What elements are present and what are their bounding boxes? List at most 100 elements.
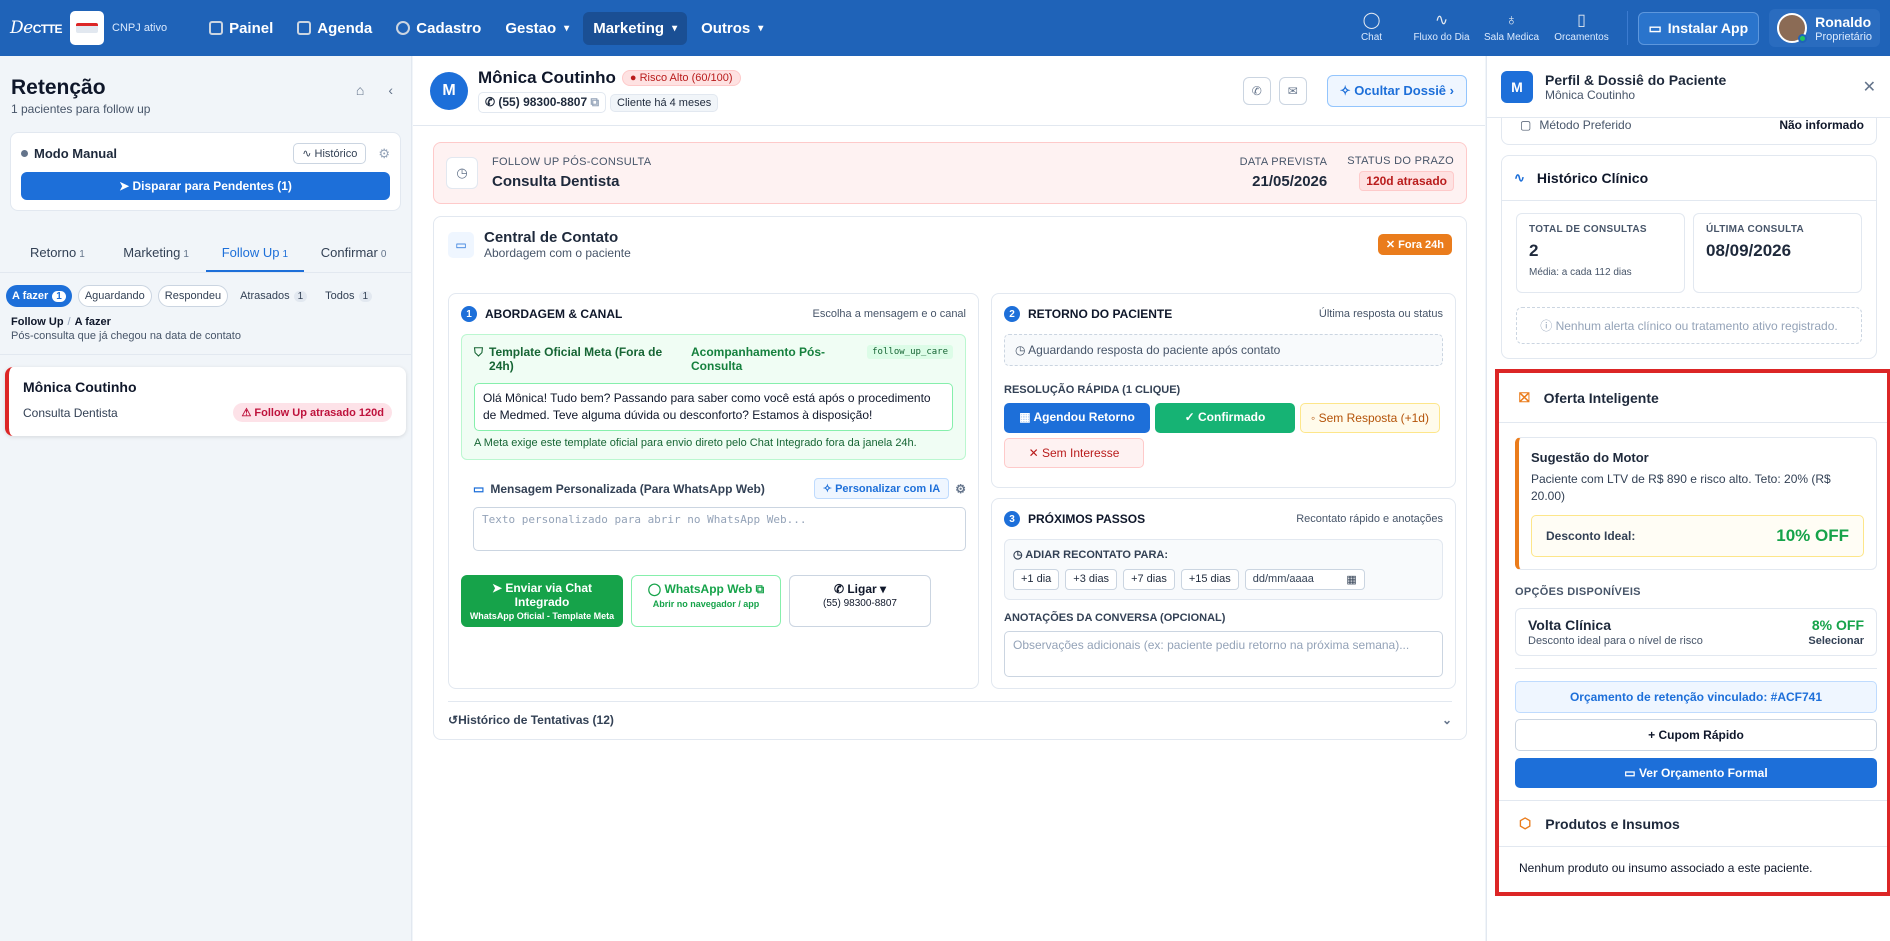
activity-icon: ∿ xyxy=(1514,170,1525,185)
nav-marketing[interactable]: Marketing ▾ xyxy=(583,11,688,45)
mail-icon[interactable]: ✉ xyxy=(1278,76,1307,105)
date-picker-input[interactable]: dd/mm/aaaa ▦ xyxy=(1244,569,1365,590)
preferred-method-row: ▢ Método Preferido Não informado xyxy=(1501,118,1877,145)
close-icon[interactable]: ✕ xyxy=(1863,77,1876,97)
postpone-3-days[interactable]: +3 dias xyxy=(1065,569,1118,590)
phone-badge[interactable]: ✆ (55) 98300-8807 ⧉ xyxy=(478,92,607,113)
tab-confirmar[interactable]: Confirmar 0 xyxy=(304,237,403,272)
robot-icon[interactable]: ⌂ xyxy=(356,82,364,98)
chat-icon: ▭ xyxy=(448,231,474,258)
patient-header: M Mônica Coutinho ● Risco Alto (60/100) ✆… xyxy=(413,56,1485,126)
followup-label: FOLLOW UP PÓS-CONSULTA xyxy=(492,156,652,168)
filter-a-fazer[interactable]: A fazer 1 xyxy=(6,285,72,307)
gift-icon: ⛝ xyxy=(1519,389,1530,405)
last-consultation-stat: ÚLTIMA CONSULTA 08/09/2026 xyxy=(1693,213,1862,293)
filter-aguardando[interactable]: Aguardando xyxy=(77,285,152,307)
history-button[interactable]: ∿ Histórico xyxy=(293,143,367,164)
main-nav: Painel Agenda Cadastro Gestao ▾ Marketing… xyxy=(199,11,773,45)
engine-suggestion-card: Sugestão do Motor Paciente com LTV de R$… xyxy=(1515,437,1877,570)
outside-24h-badge: ✕ Fora 24h xyxy=(1377,234,1452,255)
breadcrumb: Follow Up / A fazer xyxy=(11,316,111,328)
call-icon[interactable]: ✆ xyxy=(1242,76,1271,105)
dispatch-pending-button[interactable]: ➤ Disparar para Pendentes (1) xyxy=(21,172,390,200)
retention-sidebar: Retenção 1 pacientes para follow up ⌂ ‹ M… xyxy=(0,56,412,941)
filter-todos[interactable]: Todos 1 xyxy=(319,285,378,307)
tab-follow-up[interactable]: Follow Up 1 xyxy=(205,237,305,272)
status-filters: A fazer 1 Aguardando Respondeu Atrasados 1… xyxy=(0,273,411,307)
risk-badge: ● Risco Alto (60/100) xyxy=(621,70,741,86)
no-interest-button[interactable]: ✕ Sem Interesse xyxy=(1004,438,1144,468)
postpone-15-days[interactable]: +15 dias xyxy=(1180,569,1239,590)
ideal-discount: Desconto Ideal: 10% OFF xyxy=(1531,515,1864,557)
toplink-orcamentos[interactable]: ▯ Orcamentos xyxy=(1547,12,1617,44)
linked-quote-link[interactable]: Orçamento de retenção vinculado: #ACF741 xyxy=(1515,681,1877,713)
chevron-down-icon: ⌄ xyxy=(1441,713,1452,727)
avatar xyxy=(1777,13,1808,43)
confirmed-button[interactable]: ✓ Confirmado xyxy=(1155,403,1295,433)
divider xyxy=(1515,668,1877,669)
offer-option-volta-clinica[interactable]: Volta Clínica Desconto ideal para o nível… xyxy=(1515,608,1877,656)
template-code: follow_up_care xyxy=(867,345,953,359)
calendar-icon xyxy=(297,21,312,35)
call-button[interactable]: ✆ Ligar ▾ (55) 98300-8807 xyxy=(789,575,931,627)
filter-atrasados[interactable]: Atrasados 1 xyxy=(234,285,313,307)
document-icon: ▯ xyxy=(1577,12,1586,29)
app-logo[interactable]: DeCTTE xyxy=(10,18,63,38)
nav-painel[interactable]: Painel xyxy=(199,12,283,45)
total-consultations-stat: TOTAL DE CONSULTAS 2 Média: a cada 112 dia… xyxy=(1516,213,1685,293)
template-message: Olá Mônica! Tudo bem? Passando para sabe… xyxy=(474,383,953,431)
gear-icon[interactable]: ⚙ xyxy=(378,146,390,162)
toplink-sala[interactable]: ♁ Sala Medica xyxy=(1477,13,1547,44)
whatsapp-web-button[interactable]: ◯ WhatsApp Web ⧉ Abrir no navegador / app xyxy=(631,575,781,627)
collapse-icon[interactable]: ‹ xyxy=(388,82,393,98)
chevron-down-icon: ▾ xyxy=(672,22,678,34)
followup-banner: ◷ FOLLOW UP PÓS-CONSULTA Consulta Dentis… xyxy=(433,142,1467,204)
chevron-down-icon: ▾ xyxy=(564,22,570,34)
view-formal-quote-button[interactable]: ▭ Ver Orçamento Formal xyxy=(1515,758,1877,788)
nav-agenda[interactable]: Agenda xyxy=(287,12,382,45)
box-icon: ⬡ xyxy=(1519,815,1532,831)
postpone-7-days[interactable]: +7 dias xyxy=(1123,569,1175,590)
attempts-history-toggle[interactable]: ↺ Histórico de Tentativas (12) ⌄ xyxy=(448,701,1452,727)
followup-date: 21/05/2026 xyxy=(1252,173,1328,190)
grid-icon xyxy=(209,21,224,35)
nav-gestao[interactable]: Gestao ▾ xyxy=(495,12,579,45)
nav-cadastro[interactable]: Cadastro xyxy=(386,12,491,45)
personalize-ai-button[interactable]: ✧ Personalizar com IA xyxy=(813,478,950,499)
toplink-chat[interactable]: ◯ Chat xyxy=(1337,13,1407,44)
dossier-scroll[interactable]: ▢ Método Preferido Não informado ∿ Históric… xyxy=(1487,118,1890,941)
send-integrated-chat-button[interactable]: ➤ Enviar via Chat Integrado WhatsApp Ofic… xyxy=(461,575,623,627)
contact-center: ▭ Central de Contato Abordagem com o paci… xyxy=(433,216,1467,740)
no-response-button[interactable]: ◦ Sem Resposta (+1d) xyxy=(1300,403,1440,433)
nav-outros[interactable]: Outros ▾ xyxy=(691,12,773,45)
tab-marketing[interactable]: Marketing 1 xyxy=(107,237,206,272)
page-title: Retenção xyxy=(11,76,106,99)
manual-mode-card: Modo Manual ∿ Histórico ⚙ ➤ Disparar par… xyxy=(10,132,401,211)
postpone-1-day[interactable]: +1 dia xyxy=(1013,569,1060,590)
dossier-avatar: M xyxy=(1501,70,1533,103)
calendar-icon: ▦ xyxy=(1346,574,1357,586)
hide-dossier-button[interactable]: ✧ Ocultar Dossiê › xyxy=(1326,74,1467,107)
meta-template-card[interactable]: ⛉ Template Oficial Meta (Fora de 24h) Ac… xyxy=(461,334,966,460)
toplink-fluxo[interactable]: ∿ Fluxo do Dia xyxy=(1407,12,1477,44)
user-menu[interactable]: Ronaldo Proprietário xyxy=(1769,9,1880,47)
custom-message-input[interactable]: Texto personalizado para abrir no WhatsA… xyxy=(473,507,966,551)
patient-list-item[interactable]: Mônica Coutinho Consulta Dentista ⚠ Foll… xyxy=(5,367,406,436)
select-option-link[interactable]: Selecionar xyxy=(1808,635,1864,647)
notes-textarea[interactable]: Observações adicionais (ex: paciente ped… xyxy=(1004,631,1443,677)
deadline-status-badge: 120d atrasado xyxy=(1359,171,1454,191)
products-section: ⬡ Produtos e Insumos Nenhum produto ou in… xyxy=(1499,800,1887,892)
activity-icon: ∿ xyxy=(1434,12,1449,29)
gear-icon[interactable]: ⚙ xyxy=(955,482,966,496)
patient-dossier-panel: M Perfil & Dossiê do Paciente Mônica Cout… xyxy=(1486,56,1890,941)
quick-coupon-button[interactable]: + Cupom Rápido xyxy=(1515,719,1877,751)
cnpj-status: CNPJ ativo xyxy=(112,22,168,34)
install-app-button[interactable]: ▭ Instalar App xyxy=(1637,11,1760,45)
org-logo[interactable] xyxy=(70,11,105,45)
copy-icon[interactable]: ⧉ xyxy=(590,95,599,109)
scheduled-return-button[interactable]: ▦ Agendou Retorno xyxy=(1004,403,1150,433)
tab-retorno[interactable]: Retorno 1 xyxy=(8,237,107,272)
filter-respondeu[interactable]: Respondeu xyxy=(157,285,229,307)
online-status-dot xyxy=(1798,34,1808,43)
history-icon: ↺ xyxy=(448,713,459,727)
